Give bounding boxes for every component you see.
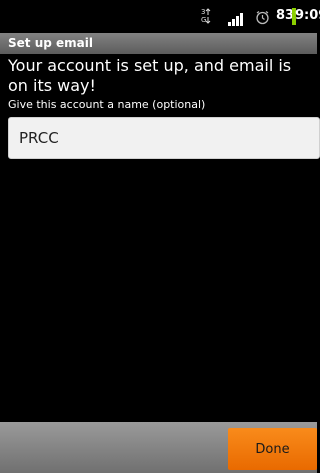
svg-text:3: 3 xyxy=(201,8,205,16)
account-name-label: Give this account a name (optional) xyxy=(8,98,206,111)
status-bar: 3 G 83 9:09 xyxy=(0,0,320,33)
signal-icon xyxy=(228,11,244,26)
account-name-field[interactable] xyxy=(8,117,320,159)
setup-complete-message: Your account is set up, and email is on … xyxy=(8,56,292,95)
clock-time: 9:09 xyxy=(295,8,320,23)
done-button[interactable]: Done xyxy=(228,428,317,470)
title-bar: Set up email xyxy=(0,33,317,54)
screen-title: Set up email xyxy=(8,36,93,50)
data-arrows-icon: 3 G xyxy=(200,7,212,25)
svg-text:G: G xyxy=(201,16,206,24)
alarm-icon xyxy=(255,10,270,25)
